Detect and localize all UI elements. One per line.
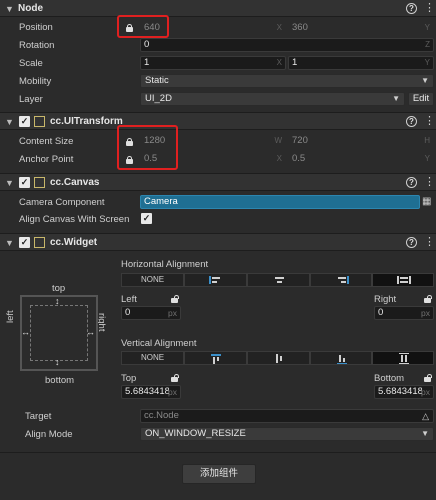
uitransform-component-icon (34, 116, 45, 127)
unlock-icon[interactable] (424, 295, 432, 303)
scale-y-input[interactable]: 1Y (288, 56, 434, 70)
bottom-label: Bottom (374, 373, 405, 384)
widget-alignment-diagram[interactable]: ↕ ↕ ↔ ↔ (20, 295, 98, 371)
v-align-none-button[interactable]: NONE (121, 351, 184, 365)
h-align-left-button[interactable] (184, 273, 247, 287)
content-size-label: Content Size (19, 136, 74, 147)
menu-icon[interactable]: ⋮ (424, 114, 435, 128)
arrow-up-down-icon[interactable]: ↕ (55, 296, 60, 306)
canvas-section-title: cc.Canvas (50, 177, 100, 188)
vertical-alignment-label: Vertical Alignment (121, 338, 197, 349)
arrow-up-down-icon[interactable]: ↕ (55, 357, 60, 367)
menu-icon[interactable]: ⋮ (424, 1, 435, 15)
bottom-divider (0, 452, 436, 453)
diagram-inner-box (30, 305, 88, 361)
align-mode-select[interactable]: ON_WINDOW_RESIZE ▼ (140, 427, 434, 441)
node-section-title: Node (18, 3, 43, 14)
target-field[interactable]: cc.Node △ (140, 409, 434, 423)
chevron-down-icon: ▼ (421, 76, 429, 85)
chevron-down-icon[interactable]: ▼ (5, 178, 15, 188)
h-align-stretch-button[interactable] (372, 273, 434, 287)
rotation-input[interactable]: 0Z (140, 38, 434, 52)
canvas-enabled-checkbox[interactable]: ✓ (19, 177, 30, 188)
scale-x-input[interactable]: 1X (140, 56, 286, 70)
node-section-header[interactable]: ▼ Node ? ⋮ (0, 0, 436, 17)
diagram-top-label: top (52, 283, 66, 294)
h-align-center-button[interactable] (247, 273, 310, 287)
chevron-down-icon[interactable]: ▼ (5, 238, 15, 248)
arrow-left-right-icon[interactable]: ↔ (21, 327, 30, 337)
chevron-down-icon: ▼ (392, 94, 400, 103)
mobility-select[interactable]: Static ▼ (140, 74, 434, 88)
content-height-input[interactable]: 720 H (288, 134, 434, 148)
diagram-left-label: left (5, 310, 16, 323)
uitransform-section-title: cc.UITransform (50, 116, 123, 127)
unlock-icon[interactable] (424, 374, 432, 382)
left-label: Left (121, 294, 137, 305)
camera-component-label: Camera Component (19, 197, 105, 208)
v-align-middle-button[interactable] (247, 351, 310, 365)
diagram-bottom-label: bottom (45, 375, 75, 386)
unlock-icon[interactable] (171, 374, 179, 382)
canvas-section-header[interactable]: ▼ ✓ cc.Canvas ? ⋮ (0, 173, 436, 191)
node-picker-icon[interactable]: △ (422, 410, 429, 422)
h-align-none-button[interactable]: NONE (121, 273, 184, 287)
v-align-bottom-button[interactable] (310, 351, 372, 365)
highlight-box-uitransform (117, 125, 178, 170)
chevron-down-icon[interactable]: ▼ (5, 117, 15, 127)
unlock-icon[interactable] (171, 295, 179, 303)
uitransform-enabled-checkbox[interactable]: ✓ (19, 116, 30, 127)
align-canvas-checkbox[interactable]: ✓ (141, 213, 152, 224)
left-input[interactable]: 0 px (121, 306, 181, 320)
uitransform-section-header[interactable]: ▼ ✓ cc.UITransform ? ⋮ (0, 112, 436, 130)
puzzle-icon[interactable]: ▦ (422, 197, 432, 207)
align-canvas-label: Align Canvas With Screen (19, 214, 130, 225)
chevron-down-icon[interactable]: ▼ (5, 4, 15, 14)
layer-select[interactable]: UI_2D ▼ (140, 92, 405, 106)
chevron-down-icon: ▼ (421, 429, 429, 438)
widget-enabled-checkbox[interactable]: ✓ (19, 237, 30, 248)
help-icon[interactable]: ? (406, 3, 417, 14)
widget-section-title: cc.Widget (50, 237, 98, 248)
horizontal-alignment-label: Horizontal Alignment (121, 259, 209, 270)
menu-icon[interactable]: ⋮ (424, 175, 435, 189)
layer-label: Layer (19, 94, 43, 105)
h-align-right-button[interactable] (310, 273, 372, 287)
highlight-box-position (117, 15, 169, 38)
help-icon[interactable]: ? (406, 177, 417, 188)
help-icon[interactable]: ? (406, 116, 417, 127)
anchor-point-label: Anchor Point (19, 154, 74, 165)
align-mode-label: Align Mode (25, 429, 73, 440)
right-input[interactable]: 0 px (374, 306, 434, 320)
canvas-component-icon (34, 177, 45, 188)
v-align-top-button[interactable] (184, 351, 247, 365)
mobility-label: Mobility (19, 76, 52, 87)
rotation-label: Rotation (19, 40, 55, 51)
anchor-y-input[interactable]: 0.5 Y (288, 152, 434, 166)
target-label: Target (25, 411, 52, 422)
right-label: Right (374, 294, 397, 305)
position-y-input[interactable]: 360 Y (288, 21, 434, 35)
help-icon[interactable]: ? (406, 237, 417, 248)
v-align-stretch-button[interactable] (372, 351, 434, 365)
bottom-input[interactable]: 5.6843418 px (374, 385, 434, 399)
scale-label: Scale (19, 58, 43, 69)
layer-edit-button[interactable]: Edit (408, 92, 434, 106)
camera-component-field[interactable]: Camera (140, 195, 420, 209)
top-input[interactable]: 5.6843418 px (121, 385, 181, 399)
arrow-left-right-icon[interactable]: ↔ (86, 327, 95, 337)
position-label: Position (19, 22, 53, 33)
top-label: Top (121, 373, 137, 384)
add-component-button[interactable]: 添加组件 (182, 464, 256, 484)
widget-component-icon (34, 237, 45, 248)
menu-icon[interactable]: ⋮ (424, 235, 435, 249)
widget-section-header[interactable]: ▼ ✓ cc.Widget ? ⋮ (0, 233, 436, 251)
